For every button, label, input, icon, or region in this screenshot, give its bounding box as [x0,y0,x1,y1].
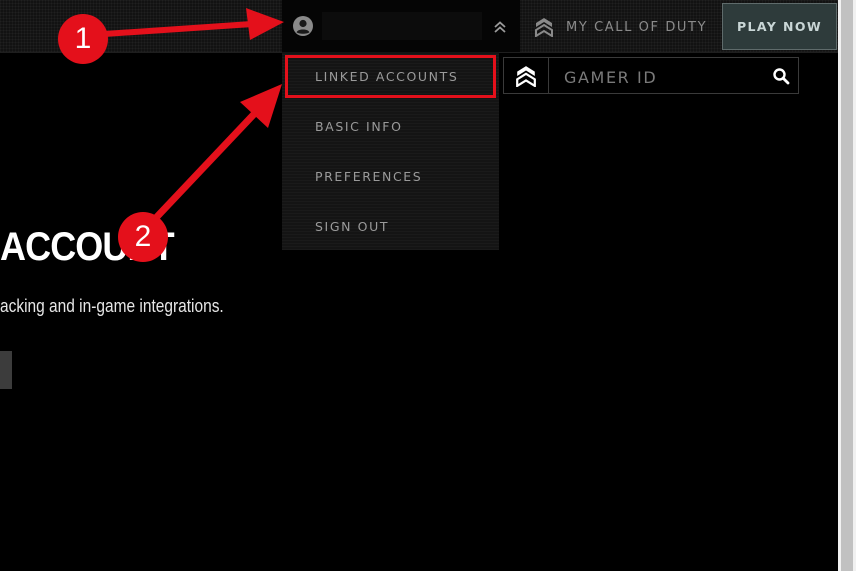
my-call-of-duty-link[interactable]: MY CALL OF DUTY [534,16,707,38]
annotation-badge-1: 1 [58,14,108,64]
gamer-id-input[interactable] [562,64,756,90]
cod-chevron-logo-icon [535,18,553,37]
search-logo-container [504,58,549,93]
hero-button[interactable] [0,351,12,389]
menu-item-basic-info[interactable]: BASIC INFO [315,119,403,134]
search-icon[interactable] [772,67,790,85]
annotation-highlight-box [285,55,496,98]
my-call-of-duty-label: MY CALL OF DUTY [566,19,708,35]
play-now-button[interactable]: PLAY NOW [722,3,837,50]
username-display[interactable] [322,12,482,40]
chevron-double-up-icon[interactable] [492,20,508,34]
scrollbar-thumb[interactable] [841,0,853,571]
annotation-badge-2: 2 [118,212,168,262]
menu-item-preferences[interactable]: PREFERENCES [315,169,422,184]
annotation-arrow-2 [149,109,259,225]
user-circle-icon[interactable] [293,16,313,36]
page-subtitle: acking and in-game integrations. [0,296,224,316]
gamer-id-search [503,57,799,94]
annotation-arrow-2-head [240,84,282,128]
menu-item-sign-out[interactable]: SIGN OUT [315,219,389,234]
cod-chevron-logo-icon [516,65,536,87]
